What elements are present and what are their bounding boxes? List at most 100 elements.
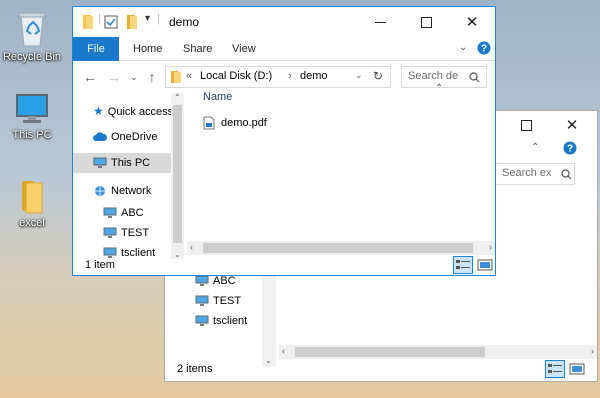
address-input[interactable]: « Local Disk (D:) › demo ⌄ ↻	[165, 66, 391, 88]
title-bar[interactable]: | ▾ | demo ✕	[73, 7, 495, 37]
desktop-icon-label: This PC	[12, 129, 52, 141]
nav-item-label: This PC	[111, 157, 151, 169]
close-button[interactable]: ✕	[449, 7, 495, 37]
svg-text:?: ?	[481, 44, 487, 55]
tab-file[interactable]: File	[73, 37, 119, 61]
new-folder-icon[interactable]	[125, 14, 139, 30]
scroll-left-icon[interactable]: ‹	[190, 242, 193, 252]
breadcrumb-separator: ›	[288, 70, 292, 82]
up-arrow-icon: ↑	[148, 69, 156, 85]
horizontal-scrollbar[interactable]: ‹ ›	[187, 241, 495, 255]
nav-item-label: Quick access	[107, 106, 174, 118]
scroll-up-icon[interactable]: ⌃	[174, 93, 181, 102]
computer-icon	[16, 94, 48, 123]
close-icon: ✕	[565, 117, 579, 134]
folder-icon	[171, 71, 181, 83]
computer-icon	[103, 227, 117, 239]
status-item-count: 1 item	[85, 259, 115, 271]
nav-item-onedrive[interactable]: OneDrive	[93, 127, 157, 147]
star-icon: ★	[93, 104, 104, 118]
file-item[interactable]: demo.pdf	[203, 114, 267, 132]
back-arrow-icon: ←	[83, 69, 97, 85]
nav-item-test[interactable]: TEST	[195, 291, 241, 311]
scrollbar-thumb[interactable]	[295, 347, 485, 357]
scrollbar-thumb[interactable]	[173, 105, 182, 243]
ribbon-tabs: File Home Share View ⌄ ?	[73, 37, 495, 61]
recycle-bin-icon	[18, 12, 46, 47]
help-button[interactable]: ?	[563, 141, 581, 159]
nav-item-abc[interactable]: ABC	[103, 203, 144, 223]
nav-item-label: Network	[111, 185, 152, 197]
network-icon	[95, 186, 105, 197]
nav-item-quick-access[interactable]: ★ Quick access	[93, 101, 173, 121]
search-icon	[469, 72, 480, 83]
nav-scrollbar[interactable]: ⌃ ⌄	[171, 93, 184, 259]
folder-icon	[22, 181, 43, 214]
collapse-ribbon-icon[interactable]: ⌄	[459, 42, 467, 53]
nav-item-label: ABC	[213, 275, 236, 287]
maximize-button[interactable]	[503, 113, 549, 137]
pdf-file-icon	[203, 116, 215, 130]
refresh-icon[interactable]: ↻	[373, 69, 383, 83]
nav-item-test[interactable]: TEST	[103, 223, 149, 243]
large-icons-view-icon	[569, 363, 585, 375]
chevron-down-icon: ⌄	[130, 72, 138, 82]
folder-icon	[83, 15, 93, 29]
nav-item-network[interactable]: Network	[93, 181, 151, 201]
desktop-icon-excel[interactable]: excel	[0, 178, 64, 229]
maximize-button[interactable]	[403, 7, 449, 37]
column-header-name[interactable]: Name	[203, 91, 232, 103]
tab-home[interactable]: Home	[121, 37, 174, 61]
computer-icon	[103, 207, 117, 219]
file-name: demo.pdf	[221, 117, 267, 129]
tab-share[interactable]: Share	[171, 37, 224, 61]
details-view-button[interactable]	[453, 256, 473, 274]
collapse-ribbon-icon[interactable]: ⌃	[531, 142, 539, 153]
computer-icon	[195, 295, 209, 307]
search-icon	[561, 169, 572, 183]
breadcrumb-demo[interactable]: demo	[300, 70, 328, 82]
nav-item-label: ABC	[121, 207, 144, 219]
large-icons-view-button[interactable]	[569, 362, 585, 379]
window-title: demo	[169, 15, 200, 29]
nav-item-label: TEST	[213, 295, 242, 307]
properties-icon[interactable]	[104, 15, 118, 29]
desktop-icon-label: Recycle Bin	[2, 51, 62, 63]
close-button[interactable]: ✕	[549, 113, 595, 137]
nav-item-this-pc[interactable]: This PC	[73, 153, 171, 173]
horizontal-scrollbar[interactable]: ‹ ›	[279, 345, 597, 359]
desktop-icon-recycle-bin[interactable]: Recycle Bin	[0, 8, 64, 63]
status-bar: 2 items	[165, 359, 597, 381]
breadcrumb-local-disk[interactable]: Local Disk (D:)	[200, 70, 272, 82]
quick-access-toolbar-dropdown-icon[interactable]: ▾	[145, 13, 150, 24]
scroll-right-icon[interactable]: ›	[489, 242, 492, 252]
breadcrumb-overflow[interactable]: «	[186, 70, 192, 82]
details-view-button[interactable]	[545, 360, 565, 378]
help-icon: ?	[477, 41, 491, 55]
recent-locations-button[interactable]: ⌄	[125, 68, 143, 86]
scroll-left-icon[interactable]: ‹	[282, 346, 285, 356]
forward-button[interactable]: →	[105, 68, 123, 86]
back-button[interactable]: ←	[81, 68, 99, 86]
forward-arrow-icon: →	[107, 69, 121, 85]
large-icons-view-button[interactable]	[477, 258, 493, 275]
nav-item-label: tsclient	[213, 315, 248, 327]
address-dropdown-icon[interactable]: ⌄	[355, 70, 363, 81]
desktop-icon-this-pc[interactable]: This PC	[0, 92, 64, 141]
nav-scrollbar[interactable]: ⌄	[262, 271, 276, 367]
minimize-button[interactable]	[357, 7, 403, 37]
cloud-icon	[93, 132, 108, 142]
scroll-right-icon[interactable]: ›	[591, 346, 594, 356]
nav-item-tsclient[interactable]: tsclient	[195, 311, 247, 331]
scrollbar-thumb[interactable]	[203, 243, 473, 253]
tab-view[interactable]: View	[220, 37, 268, 61]
close-icon: ✕	[465, 14, 479, 31]
address-bar-row: ← → ⌄ ↑ « Local Disk (D:) › demo ⌄ ↻ Sea…	[73, 61, 495, 93]
separator: |	[157, 13, 160, 25]
help-button[interactable]: ?	[477, 41, 491, 58]
svg-text:?: ?	[567, 144, 573, 155]
nav-item-label: TEST	[121, 227, 150, 239]
up-button[interactable]: ↑	[143, 68, 161, 86]
explorer-window-front[interactable]: | ▾ | demo ✕ File Home Share View ⌄ ? ← …	[72, 6, 496, 276]
navigation-pane: ABC TEST tsclient	[165, 271, 277, 351]
